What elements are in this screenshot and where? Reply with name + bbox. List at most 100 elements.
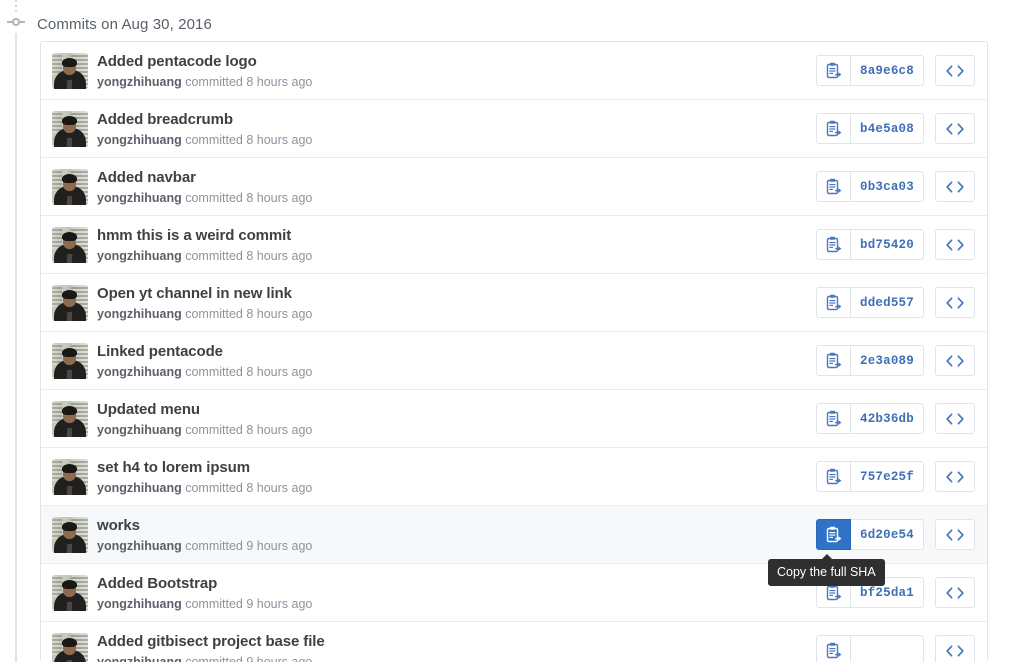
avatar[interactable] <box>52 632 88 662</box>
commit-author-link[interactable]: yongzhihuang <box>97 597 182 611</box>
copy-sha-button[interactable] <box>816 635 851 662</box>
copy-sha-button[interactable] <box>816 461 851 492</box>
commit-sha-button[interactable]: bf25da1 <box>851 577 924 608</box>
avatar-shirt <box>66 137 73 147</box>
commit-author-link[interactable]: yongzhihuang <box>97 307 182 321</box>
browse-code-button[interactable] <box>935 345 975 376</box>
browse-code-button[interactable] <box>935 113 975 144</box>
commit-message-link[interactable]: works <box>97 516 816 535</box>
code-brackets-icon <box>946 354 964 367</box>
commit-timestamp: committed 8 hours ago <box>185 74 313 89</box>
commit-message-link[interactable]: Updated menu <box>97 400 816 419</box>
copy-sha-button[interactable] <box>816 113 851 144</box>
copy-sha-button[interactable] <box>816 287 851 318</box>
commit-message-link[interactable]: Added Bootstrap <box>97 574 816 593</box>
commit-meta: works yongzhihuang committed 9 hours ago <box>97 515 816 555</box>
commit-sha-button[interactable]: bd75420 <box>851 229 924 260</box>
avatar[interactable] <box>52 400 88 437</box>
commit-row[interactable]: Added gitbisect project base file yongzhi… <box>41 622 987 662</box>
commit-row[interactable]: Added navbar yongzhihuang committed 8 hou… <box>41 158 987 216</box>
commit-author-link[interactable]: yongzhihuang <box>97 655 182 662</box>
clipboard-copy-icon <box>825 642 842 660</box>
browse-code-button[interactable] <box>935 635 975 662</box>
browse-code-button[interactable] <box>935 519 975 550</box>
copy-sha-button[interactable] <box>816 519 851 550</box>
avatar[interactable] <box>52 226 88 263</box>
commit-row[interactable]: Added breadcrumb yongzhihuang committed 8… <box>41 100 987 158</box>
commit-row[interactable]: Added pentacode logo yongzhihuang committ… <box>41 42 987 100</box>
avatar-hair <box>62 173 77 183</box>
commit-author-link[interactable]: yongzhihuang <box>97 133 182 147</box>
commit-author-link[interactable]: yongzhihuang <box>97 365 182 379</box>
browse-code-button[interactable] <box>935 461 975 492</box>
avatar[interactable] <box>52 342 88 379</box>
commit-meta: Added pentacode logo yongzhihuang committ… <box>97 51 816 91</box>
commit-row[interactable]: works yongzhihuang committed 9 hours ago 6… <box>41 506 987 586</box>
browse-code-button[interactable] <box>935 229 975 260</box>
commit-sha-button[interactable]: 2e3a089 <box>851 345 924 376</box>
avatar[interactable] <box>52 284 88 321</box>
commit-message-link[interactable]: Linked pentacode <box>97 342 816 361</box>
copy-sha-button[interactable] <box>816 345 851 376</box>
commit-row[interactable]: set h4 to lorem ipsum yongzhihuang commit… <box>41 448 987 506</box>
commit-sha-button[interactable]: 8a9e6c8 <box>851 55 924 86</box>
avatar[interactable] <box>52 516 88 553</box>
commit-meta: set h4 to lorem ipsum yongzhihuang commit… <box>97 457 816 497</box>
copy-sha-button[interactable] <box>816 577 851 608</box>
avatar-hair <box>62 463 77 473</box>
commit-row[interactable]: Updated menu yongzhihuang committed 8 hou… <box>41 390 987 448</box>
commit-meta: Linked pentacode yongzhihuang committed 8… <box>97 341 816 381</box>
commit-actions: bd75420 <box>816 229 979 260</box>
commit-sha-button[interactable]: b4e5a08 <box>851 113 924 144</box>
sha-button-group: 0b3ca03 <box>816 171 924 202</box>
clipboard-copy-icon <box>825 62 842 80</box>
commit-author-link[interactable]: yongzhihuang <box>97 539 182 553</box>
avatar[interactable] <box>52 168 88 205</box>
commit-author-link[interactable]: yongzhihuang <box>97 249 182 263</box>
commit-sha-button[interactable]: 6d20e54 <box>851 519 924 550</box>
commit-meta: Updated menu yongzhihuang committed 8 hou… <box>97 399 816 439</box>
commit-message-link[interactable]: Added gitbisect project base file <box>97 632 816 651</box>
commit-message-link[interactable]: Open yt channel in new link <box>97 284 816 303</box>
commit-message-link[interactable]: Added navbar <box>97 168 816 187</box>
avatar-hair <box>62 579 77 589</box>
commit-timestamp: committed 8 hours ago <box>185 248 313 263</box>
avatar[interactable] <box>52 110 88 147</box>
commit-author-link[interactable]: yongzhihuang <box>97 191 182 205</box>
commit-author-link[interactable]: yongzhihuang <box>97 423 182 437</box>
avatar[interactable] <box>52 458 88 495</box>
commit-actions: 42b36db <box>816 403 979 434</box>
copy-sha-button[interactable] <box>816 403 851 434</box>
commit-author-link[interactable]: yongzhihuang <box>97 481 182 495</box>
commit-sha-button[interactable]: 0b3ca03 <box>851 171 924 202</box>
copy-sha-button[interactable] <box>816 55 851 86</box>
commit-sha-button[interactable]: 42b36db <box>851 403 924 434</box>
commit-message-link[interactable]: hmm this is a weird commit <box>97 226 816 245</box>
browse-code-button[interactable] <box>935 287 975 318</box>
commit-row[interactable]: Added Bootstrap yongzhihuang committed 9 … <box>41 564 987 622</box>
commit-row[interactable]: hmm this is a weird commit yongzhihuang c… <box>41 216 987 274</box>
commit-sha-button[interactable] <box>851 635 924 662</box>
commit-byline: yongzhihuang committed 8 hours ago <box>97 73 816 91</box>
code-brackets-icon <box>946 644 964 657</box>
copy-sha-button[interactable] <box>816 229 851 260</box>
commit-message-link[interactable]: Added breadcrumb <box>97 110 816 129</box>
commit-row[interactable]: Linked pentacode yongzhihuang committed 8… <box>41 332 987 390</box>
commit-sha-button[interactable]: 757e25f <box>851 461 924 492</box>
commit-sha-button[interactable]: dded557 <box>851 287 924 318</box>
browse-code-button[interactable] <box>935 55 975 86</box>
browse-code-button[interactable] <box>935 577 975 608</box>
commit-author-link[interactable]: yongzhihuang <box>97 75 182 89</box>
sha-button-group: bf25da1 <box>816 577 924 608</box>
avatar[interactable] <box>52 52 88 89</box>
browse-code-button[interactable] <box>935 403 975 434</box>
copy-sha-button[interactable] <box>816 171 851 202</box>
commit-message-link[interactable]: set h4 to lorem ipsum <box>97 458 816 477</box>
timeline-solid-line <box>15 33 17 662</box>
avatar[interactable] <box>52 574 88 611</box>
commit-row[interactable]: Open yt channel in new link yongzhihuang … <box>41 274 987 332</box>
commit-message-link[interactable]: Added pentacode logo <box>97 52 816 71</box>
commit-timestamp: committed 8 hours ago <box>185 306 313 321</box>
commit-byline: yongzhihuang committed 8 hours ago <box>97 131 816 149</box>
browse-code-button[interactable] <box>935 171 975 202</box>
